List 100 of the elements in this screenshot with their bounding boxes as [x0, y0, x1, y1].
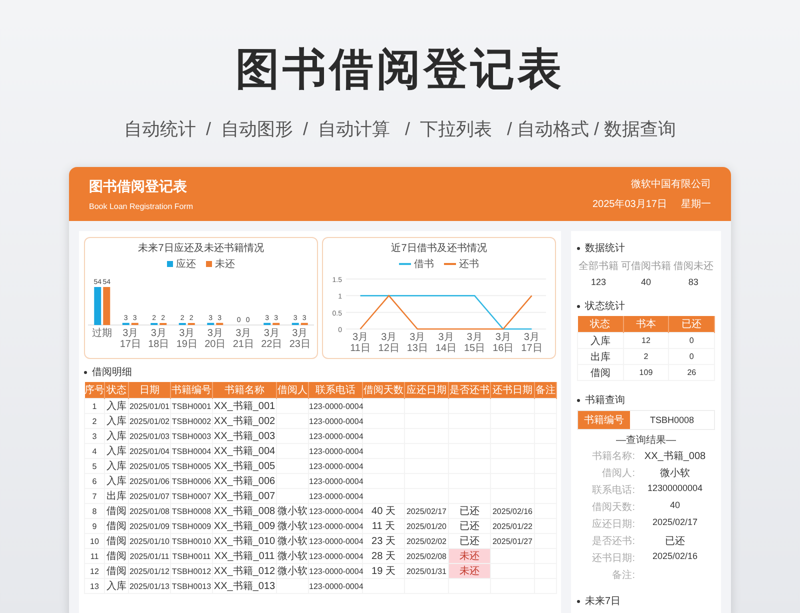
bar [216, 322, 224, 325]
table-cell: 123-0000-0004 [308, 444, 362, 458]
table-cell: 2 [623, 348, 669, 364]
table-cell: 6 [84, 474, 104, 488]
table-cell: 123-0000-0004 [308, 504, 362, 518]
table-cell: 2025/01/12 [128, 564, 170, 578]
table-cell: 出库 [578, 348, 624, 364]
axis-label: 3月12日 [378, 332, 400, 354]
table-cell: 微小软 [276, 564, 308, 578]
section-heading: 书籍查询 [577, 393, 715, 407]
table-cell: 123-0000-0004 [308, 474, 362, 488]
table-cell: 2 [84, 414, 104, 428]
result-label: 备注: [611, 568, 635, 582]
result-value: 微小软 [659, 466, 691, 480]
table-cell: XX_书籍_002 [212, 414, 276, 428]
table-cell: 入库 [578, 332, 624, 348]
axis-label: 3月18日 [148, 328, 170, 350]
table-cell: 123-0000-0004 [308, 564, 362, 578]
form-title: 图书借阅登记表 [89, 178, 187, 196]
column-header: 应还日期 [404, 382, 448, 398]
table-cell: XX_书籍_013 [212, 578, 276, 594]
column-header: 序号 [84, 382, 104, 398]
table-cell: 26 [668, 364, 714, 380]
result-value: XX_书籍_008 [643, 450, 707, 463]
table-cell: TSBH0001 [170, 398, 212, 414]
company-name: 微软中国有限公司 [631, 178, 711, 191]
axis-label: 3月22日 [261, 328, 282, 350]
form-subtitle: Book Loan Registration Form [89, 202, 194, 210]
axis-label: 过期 [92, 328, 112, 339]
table-cell: 123-0000-0004 [308, 534, 362, 548]
axis-label: 3月23日 [289, 328, 310, 350]
stat-label: 可借阅书籍 [620, 260, 672, 273]
table-cell: 109 [623, 364, 669, 380]
stat-value: 40 [640, 277, 652, 287]
column-header: 借阅人 [276, 382, 308, 398]
table-cell [404, 398, 448, 414]
axis-label: 3月15日 [464, 332, 486, 354]
table-cell: 123-0000-0004 [308, 458, 362, 474]
field-label: 书籍编号 [578, 411, 630, 429]
table-cell: 借阅 [104, 518, 128, 534]
table-cell: TSBH0010 [170, 534, 212, 548]
bar [300, 322, 308, 325]
axis-label: 3月17日 [120, 328, 141, 350]
table-cell: 微小软 [276, 548, 308, 564]
table-cell: 入库 [104, 578, 128, 594]
table-cell: 2025/01/13 [128, 578, 170, 594]
table-cell: TSBH0004 [170, 444, 212, 458]
result-label: 借阅人: [601, 467, 635, 480]
table-cell: 借阅 [104, 504, 128, 518]
table-cell: 123-0000-0004 [308, 428, 362, 444]
table-cell: 12 [84, 564, 104, 578]
column-header: 书本 [623, 316, 669, 332]
result-label: 书籍名称: [591, 450, 635, 463]
table-cell [534, 398, 556, 414]
table-cell: 13 [84, 578, 104, 594]
query-field[interactable]: 书籍编号 TSBH0008 [577, 410, 715, 430]
table-cell: 2025/01/22 [490, 518, 534, 534]
table-cell: 2025/02/16 [490, 504, 534, 518]
table-cell: 2025/01/02 [128, 414, 170, 428]
bar [94, 287, 102, 325]
table-cell: 借阅 [104, 548, 128, 564]
table-cell: 123-0000-0004 [308, 548, 362, 564]
table-cell: XX_书籍_010 [212, 534, 276, 548]
table-cell: 3 [84, 428, 104, 444]
table-cell: 40 天 [362, 504, 404, 518]
weekday-text: 星期一 [681, 198, 711, 211]
result-label: 还书日期: [591, 552, 635, 565]
table-cell: 0 [668, 348, 714, 364]
result-value: 12300000004 [646, 483, 704, 495]
legend-item: 还书 [444, 257, 479, 271]
axis-label: 3月19日 [176, 328, 198, 350]
table-cell [490, 548, 534, 564]
axis-label: 3月21日 [232, 328, 254, 350]
table-cell [276, 398, 308, 414]
table-cell: 入库 [104, 458, 128, 474]
table-cell: 23 天 [362, 534, 404, 548]
table-cell: XX_书籍_003 [212, 428, 276, 444]
table-cell: 2025/01/20 [404, 518, 448, 534]
result-label: 借阅天数: [591, 501, 635, 514]
table-cell: 1 [84, 398, 104, 414]
table-cell: 19 天 [362, 564, 404, 578]
table-cell: 未还 [448, 548, 490, 564]
result-label: 是否还书: [591, 534, 635, 548]
axis-label: 3月20日 [204, 328, 226, 350]
table-cell: 2025/01/11 [128, 548, 170, 564]
column-header: 书籍名称 [212, 382, 276, 398]
section-heading: 未来7日 [577, 594, 715, 608]
table-cell: 入库 [104, 398, 128, 414]
legend-item: 未还 [206, 257, 235, 271]
table-cell: 8 [84, 504, 104, 518]
table-cell: 2025/01/01 [128, 398, 170, 414]
table-cell [404, 578, 448, 594]
table-cell: XX_书籍_012 [212, 564, 276, 578]
table-cell: TSBH0008 [170, 504, 212, 518]
table-cell: XX_书籍_006 [212, 474, 276, 488]
table-cell: 123-0000-0004 [308, 578, 362, 594]
table-cell: 入库 [104, 474, 128, 488]
result-value: 2025/02/16 [651, 551, 699, 563]
column-header: 备注 [534, 382, 556, 398]
table-cell: XX_书籍_009 [212, 518, 276, 534]
